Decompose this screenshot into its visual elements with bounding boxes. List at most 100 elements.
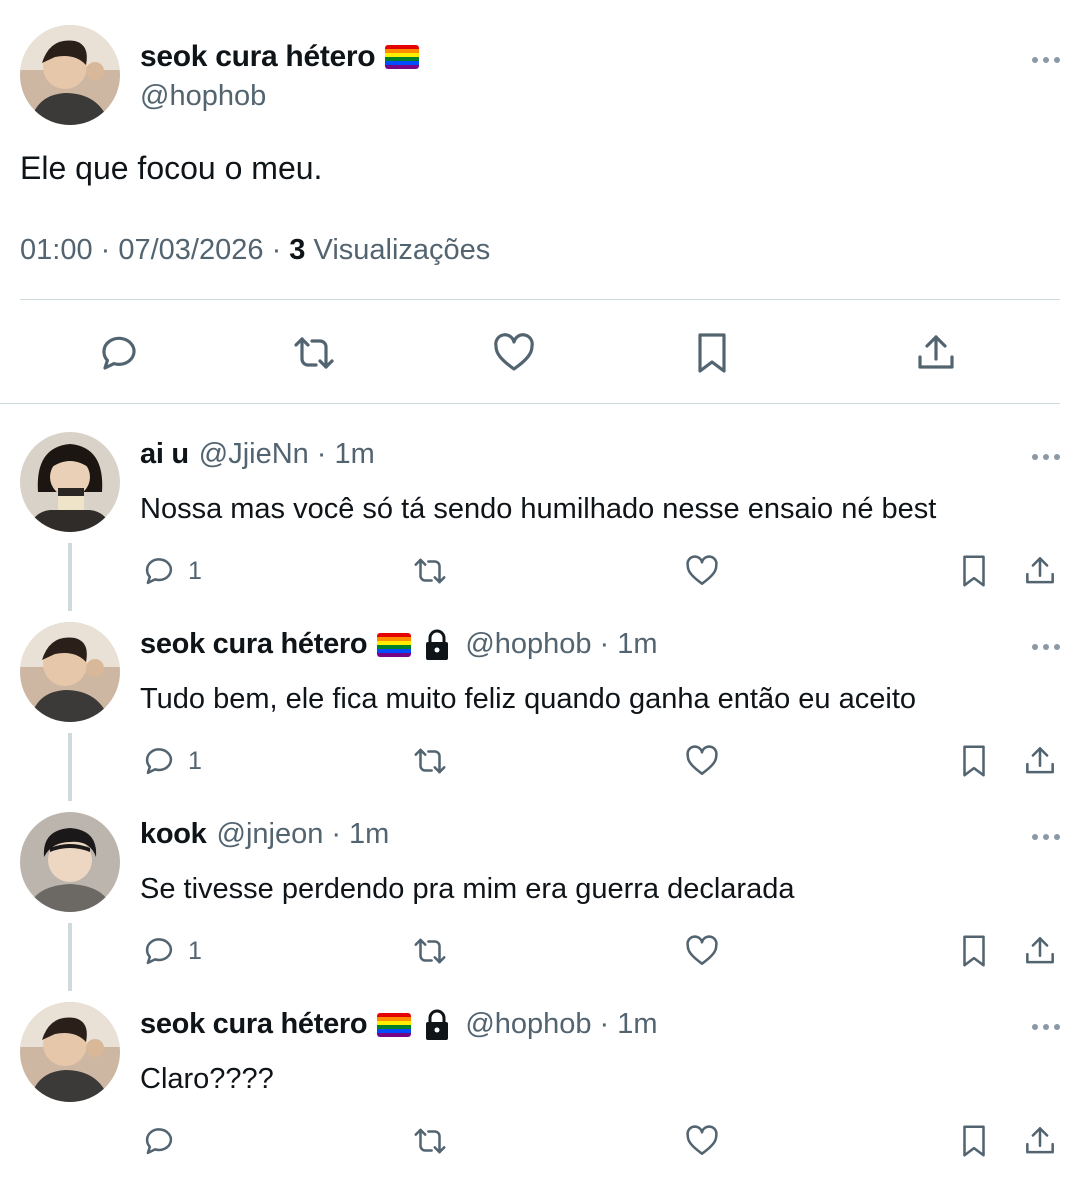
- more-options-icon[interactable]: [1031, 55, 1061, 65]
- avatar[interactable]: [20, 25, 120, 125]
- views-label[interactable]: Visualizações: [314, 234, 491, 266]
- more-options-icon[interactable]: [1031, 452, 1061, 462]
- display-name[interactable]: ai u: [140, 438, 189, 471]
- reply-icon: [102, 336, 136, 370]
- reply-button[interactable]: [95, 329, 143, 377]
- retweet-button[interactable]: [290, 329, 338, 377]
- avatar[interactable]: [20, 432, 120, 532]
- retweet-button[interactable]: [411, 1121, 449, 1161]
- bookmark-icon: [963, 935, 985, 967]
- like-icon: [686, 1125, 718, 1155]
- reply-header: kook @jnjeon · 1m: [140, 818, 389, 851]
- like-icon: [686, 745, 718, 775]
- avatar[interactable]: [20, 812, 120, 912]
- avatar[interactable]: [20, 622, 120, 722]
- bookmark-button[interactable]: [688, 329, 736, 377]
- reply-icon: [145, 748, 173, 775]
- reply-text: Nossa mas você só tá sendo humilhado nes…: [140, 493, 937, 525]
- reply-button[interactable]: 1: [140, 931, 202, 971]
- rainbow-flag-icon: [385, 45, 420, 69]
- divider: [20, 299, 1060, 300]
- bookmark-button[interactable]: [955, 1121, 993, 1161]
- like-icon: [686, 555, 718, 585]
- more-options-icon[interactable]: [1031, 642, 1061, 652]
- reply-header: ai u @JjieNn · 1m: [140, 438, 375, 471]
- tweet-time[interactable]: 01:00: [20, 234, 93, 266]
- handle[interactable]: @hophob: [465, 628, 591, 661]
- avatar[interactable]: [20, 1002, 120, 1102]
- timestamp[interactable]: · 1m: [600, 628, 658, 661]
- reply-button[interactable]: [140, 1121, 188, 1161]
- thread-line: [68, 543, 72, 611]
- like-button[interactable]: [683, 1121, 721, 1161]
- handle[interactable]: @hophob: [140, 80, 266, 113]
- bookmark-icon: [963, 1125, 985, 1157]
- bookmark-icon: [963, 745, 985, 777]
- divider: [0, 403, 1060, 404]
- display-name[interactable]: seok cura hétero: [140, 1008, 368, 1041]
- thread-line: [68, 923, 72, 991]
- tweet-date[interactable]: 07/03/2026: [118, 234, 263, 266]
- like-icon: [686, 935, 718, 965]
- separator: ·: [271, 234, 290, 266]
- like-button[interactable]: [683, 741, 721, 781]
- retweet-icon: [414, 558, 446, 584]
- bookmark-button[interactable]: [955, 931, 993, 971]
- reply-button[interactable]: 1: [140, 551, 202, 591]
- tweet-meta: 01:00 · 07/03/2026 · 3 Visualizações: [20, 234, 490, 267]
- reply-header: seok cura hétero @hophob · 1m: [140, 1008, 658, 1041]
- handle[interactable]: @jnjeon: [217, 818, 324, 851]
- reply-count: 1: [188, 936, 202, 965]
- like-icon: [494, 333, 534, 371]
- bookmark-button[interactable]: [955, 551, 993, 591]
- timestamp[interactable]: · 1m: [317, 438, 375, 471]
- share-icon: [1026, 937, 1054, 964]
- share-button[interactable]: [912, 329, 960, 377]
- handle[interactable]: @JjieNn: [199, 438, 309, 471]
- share-icon: [918, 335, 954, 369]
- bookmark-button[interactable]: [955, 741, 993, 781]
- display-name[interactable]: seok cura hétero: [140, 40, 420, 74]
- share-button[interactable]: [1021, 741, 1059, 781]
- like-button[interactable]: [683, 551, 721, 591]
- retweet-button[interactable]: [411, 551, 449, 591]
- separator: ·: [100, 234, 119, 266]
- share-button[interactable]: [1021, 931, 1059, 971]
- share-icon: [1026, 557, 1054, 584]
- more-options-icon[interactable]: [1031, 1022, 1061, 1032]
- reply-icon: [145, 1128, 173, 1155]
- like-button[interactable]: [490, 329, 538, 377]
- share-button[interactable]: [1021, 551, 1059, 591]
- rainbow-flag-icon: [377, 1012, 412, 1037]
- lock-icon: [423, 1009, 451, 1041]
- share-icon: [1026, 747, 1054, 774]
- timestamp[interactable]: · 1m: [331, 818, 389, 851]
- retweet-icon: [294, 337, 334, 369]
- timestamp[interactable]: · 1m: [600, 1008, 658, 1041]
- rainbow-flag-icon: [377, 632, 412, 657]
- display-name[interactable]: kook: [140, 818, 207, 851]
- display-name[interactable]: seok cura hétero: [140, 628, 368, 661]
- retweet-icon: [414, 748, 446, 774]
- handle[interactable]: @hophob: [465, 1008, 591, 1041]
- share-button[interactable]: [1021, 1121, 1059, 1161]
- share-icon: [1026, 1127, 1054, 1154]
- reply-header: seok cura hétero @hophob · 1m: [140, 628, 658, 661]
- bookmark-icon: [698, 333, 726, 373]
- reply-count: 1: [188, 556, 202, 585]
- views-count: 3: [289, 234, 306, 266]
- reply-icon: [145, 558, 173, 585]
- like-button[interactable]: [683, 931, 721, 971]
- reply-text: Claro????: [140, 1063, 274, 1095]
- retweet-icon: [414, 1128, 446, 1154]
- more-options-icon[interactable]: [1031, 832, 1061, 842]
- lock-icon: [423, 629, 451, 661]
- reply-icon: [145, 938, 173, 965]
- reply-button[interactable]: 1: [140, 741, 202, 781]
- retweet-button[interactable]: [411, 931, 449, 971]
- retweet-icon: [414, 938, 446, 964]
- display-name-text[interactable]: seok cura hétero: [140, 40, 376, 74]
- tweet-text: Ele que focou o meu.: [20, 150, 323, 186]
- retweet-button[interactable]: [411, 741, 449, 781]
- reply-text: Se tivesse perdendo pra mim era guerra d…: [140, 873, 795, 905]
